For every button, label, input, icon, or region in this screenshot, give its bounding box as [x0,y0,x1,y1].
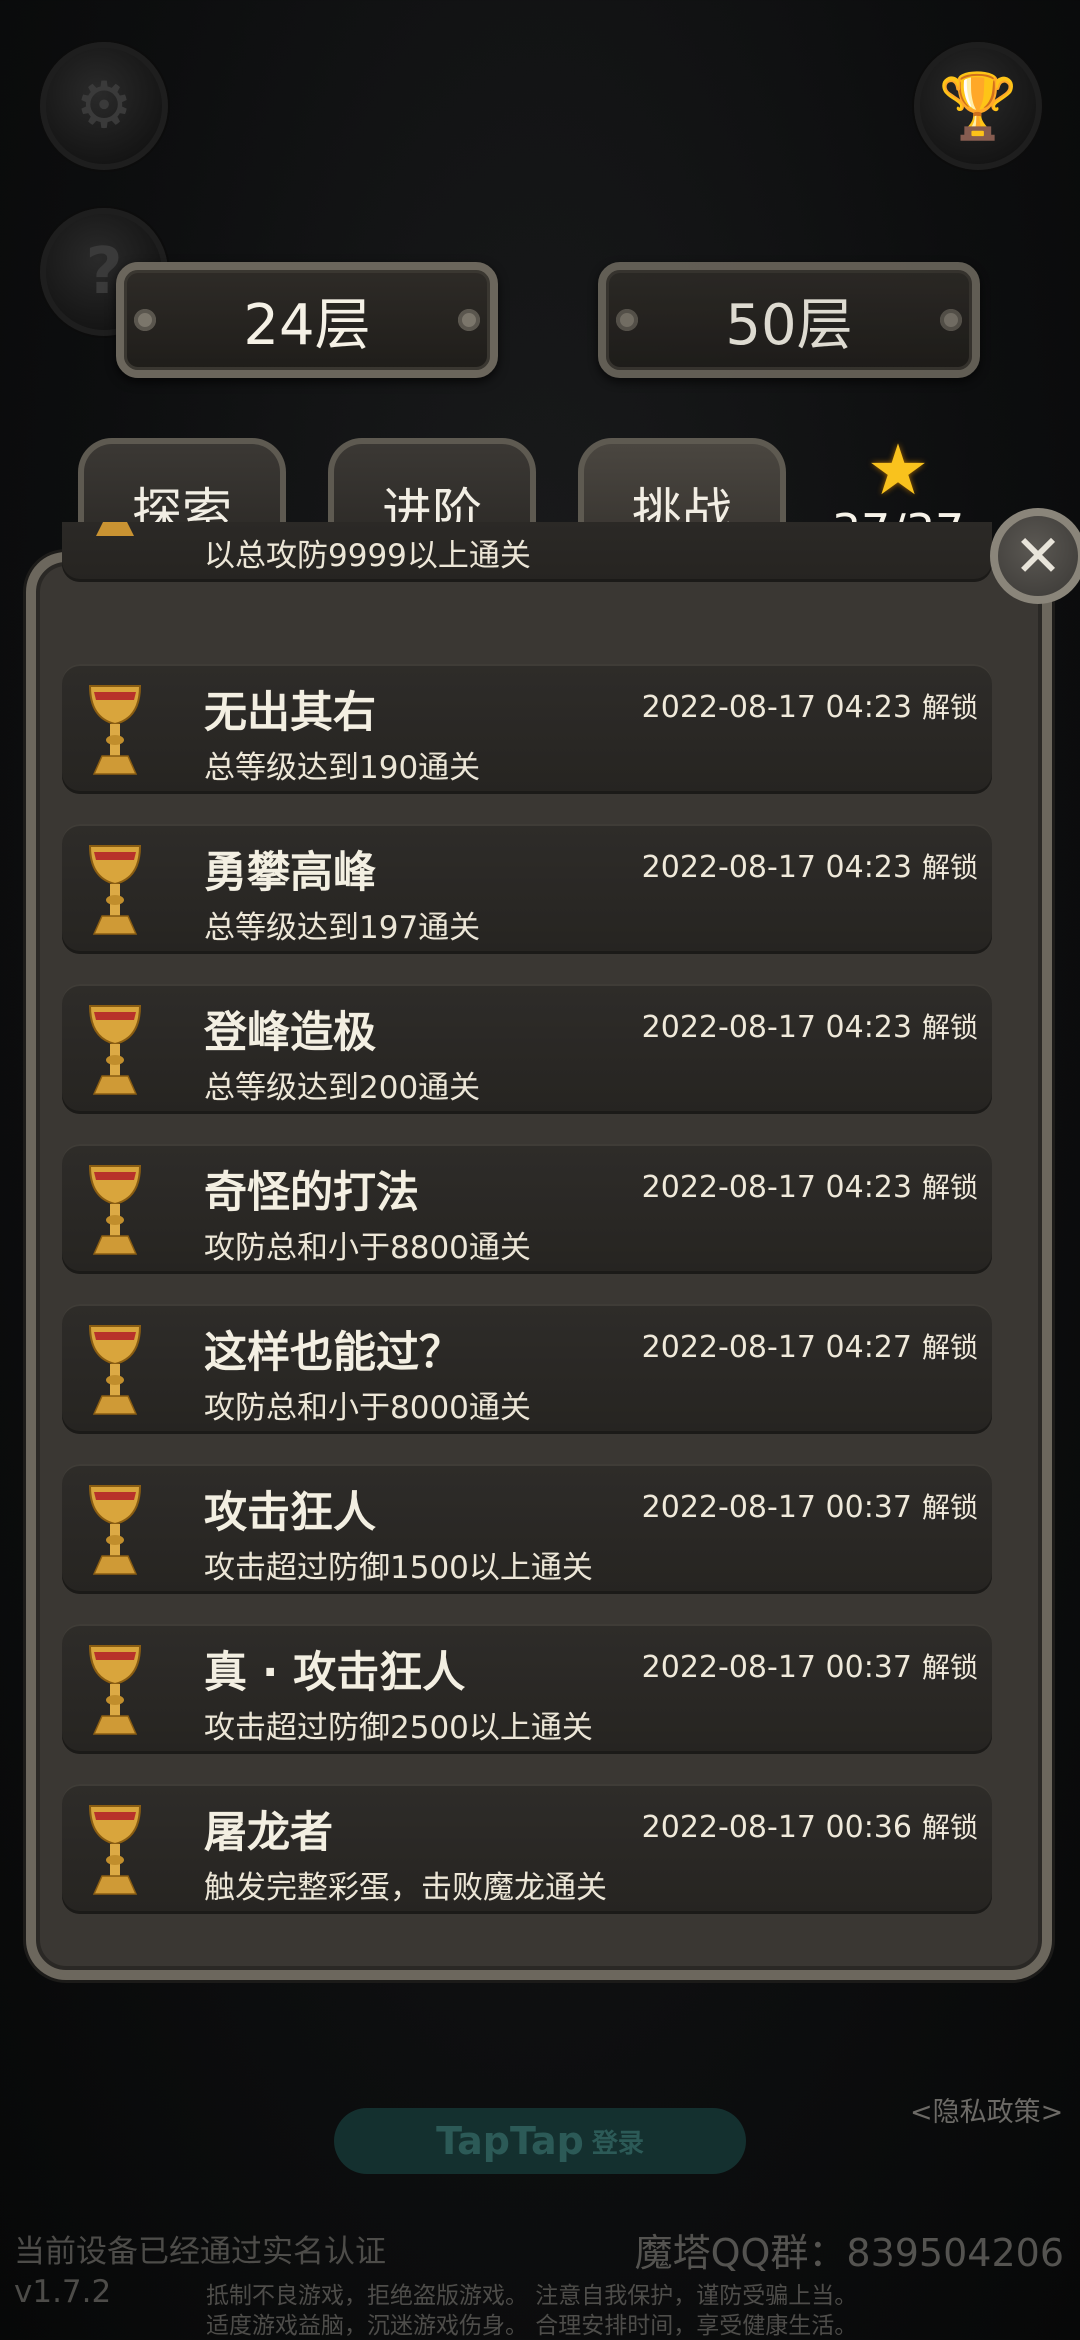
unlock-date: 2022-08-17 04:23 解锁 [642,686,978,726]
achievement-title: 登峰造极 [204,1008,376,1058]
achievement-title: 这样也能过？ [204,1328,462,1378]
unlock-status: 解锁 [921,691,978,724]
rivet-icon [134,309,156,331]
unlock-date-value: 2022-08-17 04:27 [641,1330,912,1365]
achievement-title: 攻击狂人 [204,1488,376,1538]
trophy-icon [88,1485,142,1575]
leaderboard-button[interactable]: 🏆 [914,42,1042,170]
trophy-icon [88,685,142,775]
achievement-desc: 触发完整彩蛋，击败魔龙通关 [204,1870,607,1906]
privacy-policy-link[interactable]: <隐私政策> [910,2090,1063,2129]
list-item[interactable]: 这样也能过？ 攻防总和小于8000通关 2022-08-17 04:27 解锁 [62,1304,992,1434]
unlock-date: 2022-08-17 04:27 解锁 [642,1326,978,1366]
settings-button[interactable]: ⚙ [40,42,168,170]
unlock-date: 2022-08-17 00:36 解锁 [642,1806,978,1846]
taptap-login-button[interactable]: TapTap 登录 [334,2108,746,2174]
unlock-date: 2022-08-17 04:23 解锁 [642,1166,978,1206]
max-floor-label: 50层 [725,292,853,358]
list-item[interactable]: 登峰造极总等级达到200通关 2022-08-17 04:23 解锁 [62,984,992,1114]
unlock-status: 解锁 [921,1011,978,1044]
trophy-icon [88,1165,142,1255]
unlock-date-value: 2022-08-17 04:23 [641,690,912,725]
unlock-date-value: 2022-08-17 04:23 [641,1010,912,1045]
achievement-desc: 以总攻防9999以上通关 [204,538,531,574]
achievement-desc: 攻击超过防御1500以上通关 [204,1550,593,1586]
achievement-desc: 攻击超过防御2500以上通关 [204,1710,593,1746]
achievement-desc: 总等级达到190通关 [204,750,481,786]
achievement-title: 无出其右 [204,688,376,738]
achievement-title: 真 · 攻击狂人 [204,1648,466,1698]
achievement-desc: 攻防总和小于8000通关 [204,1390,531,1426]
unlock-status: 解锁 [921,1811,978,1844]
login-label: 登录 [591,2128,644,2159]
list-item[interactable]: 勇攀高峰总等级达到197通关 2022-08-17 04:23 解锁 [62,824,992,954]
list-item[interactable]: 奇怪的打法攻防总和小于8800通关 2022-08-17 04:23 解锁 [62,1144,992,1274]
unlock-status: 解锁 [921,1491,978,1524]
list-item[interactable]: 无出其右总等级达到190通关 2022-08-17 04:23 解锁 [62,664,992,794]
unlock-date: 2022-08-17 04:23 解锁 [642,846,978,886]
unlock-status: 解锁 [921,851,978,884]
current-floor-label: 24层 [243,292,371,358]
health-notice-line-2: 适度游戏益脑，沉迷游戏伤身。 合理安排时间，享受健康生活。 [206,2313,858,2339]
trophy-icon: 🏆 [938,69,1018,144]
taptap-label: TapTap [436,2119,584,2163]
achievement-desc: 总等级达到200通关 [204,1070,481,1106]
star-icon: ★ [866,429,930,511]
trophy-icon [88,1325,142,1415]
health-notice-line-1: 抵制不良游戏，拒绝盗版游戏。 注意自我保护，谨防受骗上当。 [206,2283,858,2309]
qq-group-info: 魔塔QQ群：839504206 [634,2231,1064,2275]
rivet-icon [616,309,638,331]
unlock-date-value: 2022-08-17 04:23 [641,850,912,885]
trophy-icon [88,845,142,935]
unlock-status: 解锁 [921,1651,978,1684]
trophy-icon [88,1645,142,1735]
trophy-icon [88,1005,142,1095]
unlock-date: 2022-08-17 00:37 解锁 [642,1646,978,1686]
unlock-date: 2022-08-17 04:23 解锁 [642,1006,978,1046]
unlock-date-value: 2022-08-17 00:37 [641,1650,912,1685]
list-item[interactable]: 攻击狂人攻击超过防御1500以上通关 2022-08-17 00:37 解锁 [62,1464,992,1594]
list-item[interactable]: 真 · 攻击狂人攻击超过防御2500以上通关 2022-08-17 00:37 解锁 [62,1624,992,1754]
unlock-date-value: 2022-08-17 00:36 [641,1810,912,1845]
unlock-status: 解锁 [921,1171,978,1204]
verification-status: 当前设备已经通过实名认证 [14,2234,386,2270]
list-item[interactable]: 屠龙者触发完整彩蛋，击败魔龙通关 2022-08-17 00:36 解锁 [62,1784,992,1914]
version-label: v1.7.2 [14,2274,112,2310]
achievement-desc: 总等级达到197通关 [204,910,481,946]
rivet-icon [458,309,480,331]
achievement-title: 勇攀高峰 [204,848,376,898]
achievement-desc: 攻防总和小于8800通关 [204,1230,531,1266]
rivet-icon [940,309,962,331]
unlock-date-value: 2022-08-17 04:23 [641,1170,912,1205]
unlock-date-value: 2022-08-17 00:37 [641,1490,912,1525]
close-icon: ✕ [1013,522,1063,590]
achievement-title: 奇怪的打法 [204,1168,419,1218]
close-button[interactable]: ✕ [990,508,1080,604]
unlock-date: 2022-08-17 00:37 解锁 [642,1486,978,1526]
max-floor-plaque: 50层 [598,262,980,378]
trophy-icon [88,1805,142,1895]
achievement-title: 屠龙者 [204,1808,333,1858]
unlock-status: 解锁 [921,1331,978,1364]
current-floor-plaque: 24层 [116,262,498,378]
gear-icon: ⚙ [75,69,133,143]
